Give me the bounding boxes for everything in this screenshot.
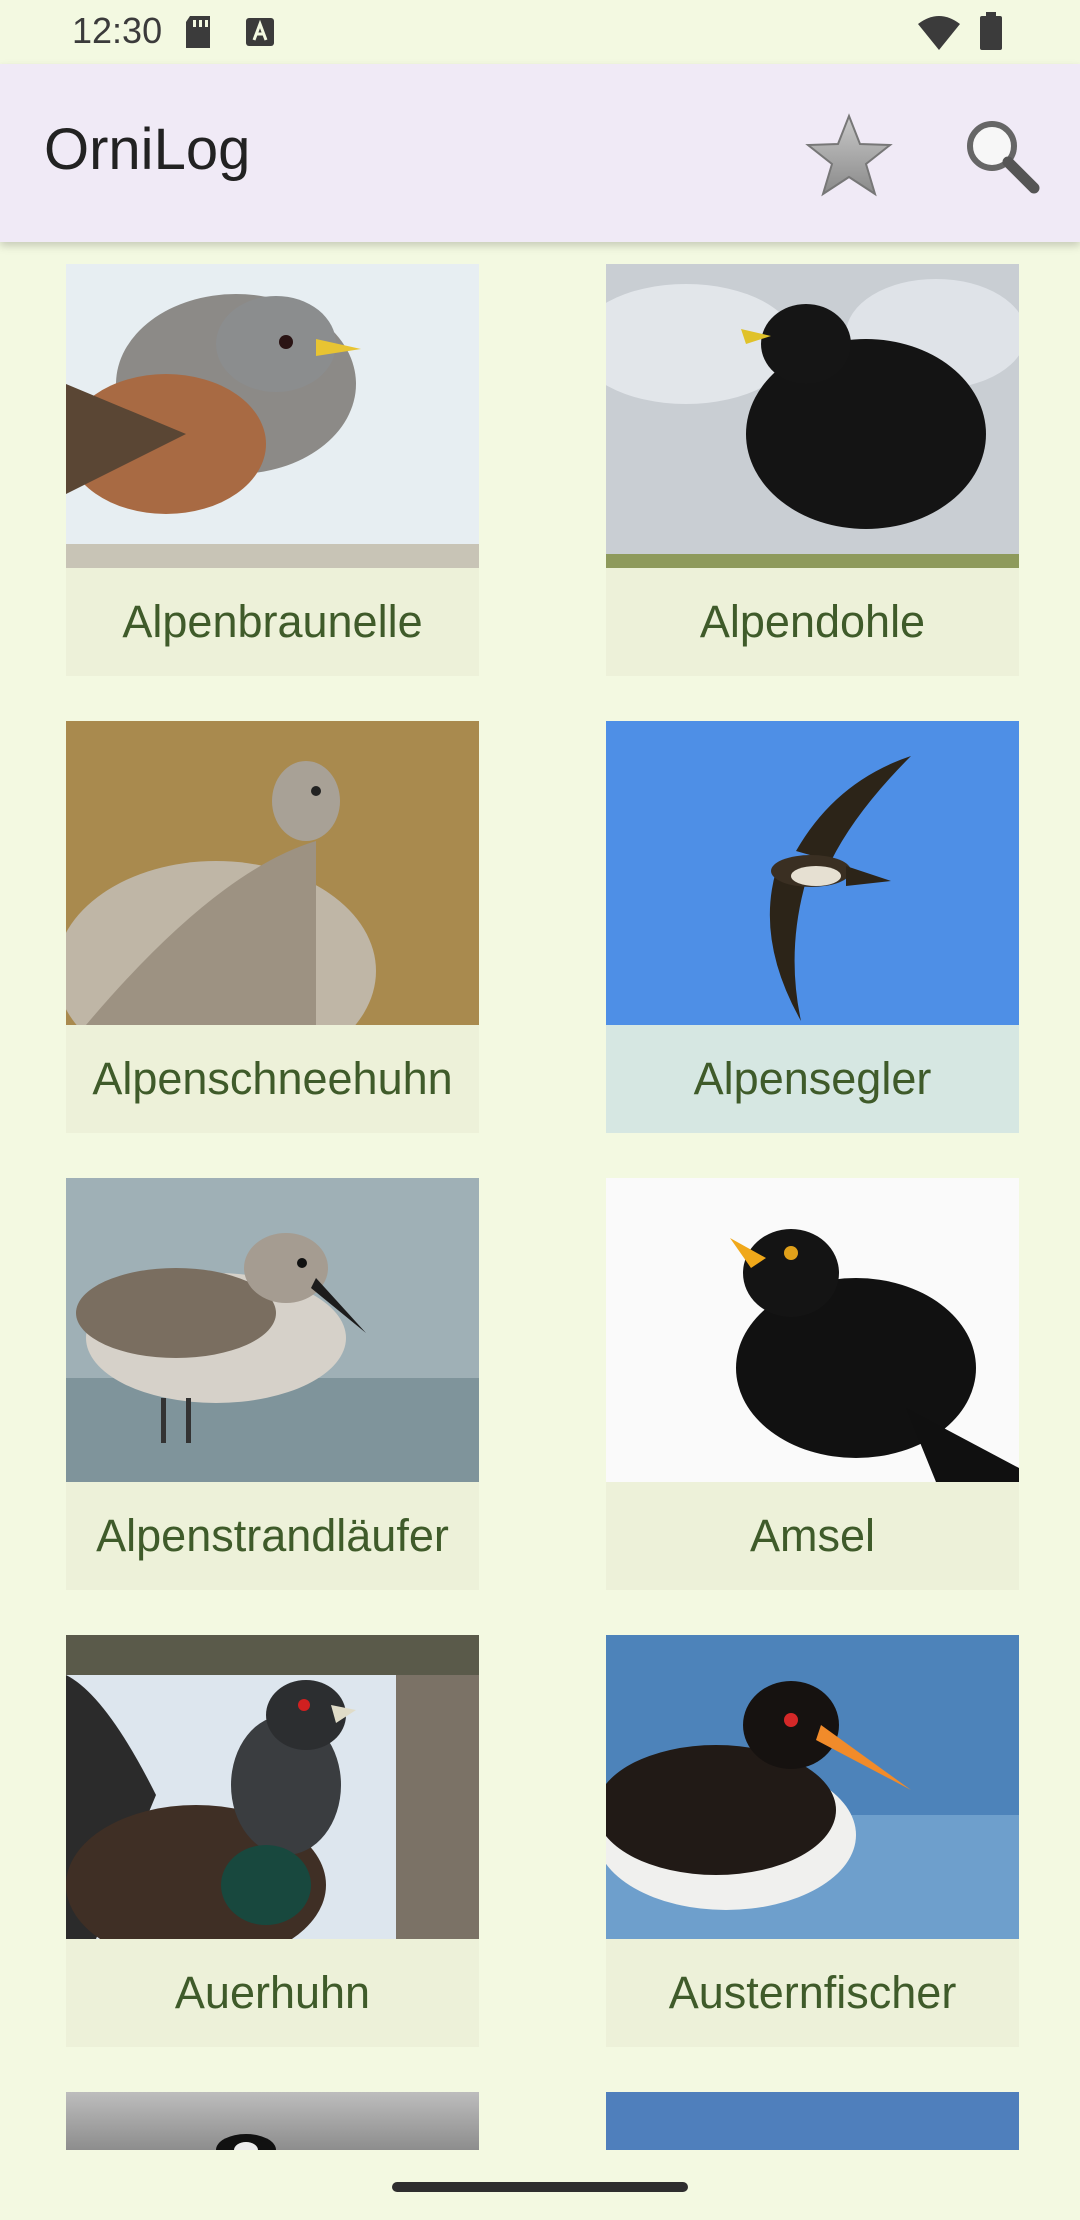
bird-name: Alpenschneehuhn <box>92 1053 453 1104</box>
wifi-icon <box>918 16 960 50</box>
bird-card[interactable]: Alpenstrandläufer <box>66 1178 479 1590</box>
font-a-icon <box>246 18 274 46</box>
bird-photo <box>606 1178 1019 1482</box>
bird-name: Auerhuhn <box>174 1967 371 2018</box>
bird-card[interactable]: Auerhuhn <box>66 1635 479 2047</box>
bird-card[interactable]: Alpensegler <box>606 721 1019 1133</box>
bird-label-band: Austernfischer <box>606 1939 1019 2047</box>
bird-label-band: Auerhuhn <box>66 1939 479 2047</box>
bird-label-band: Amsel <box>606 1482 1019 1590</box>
bird-label-band: Alpenschneehuhn <box>66 1025 479 1133</box>
bird-card-partial[interactable] <box>606 2092 1019 2150</box>
bird-photo <box>66 1635 479 1939</box>
status-bar: 12:30 <box>0 0 1080 64</box>
bird-card-partial[interactable] <box>66 2092 479 2150</box>
app-title: OrniLog <box>44 117 251 182</box>
bird-label-band: Alpenbraunelle <box>66 568 479 676</box>
bird-card[interactable]: Amsel <box>606 1178 1019 1590</box>
status-time: 12:30 <box>72 10 163 51</box>
bird-label-band: Alpensegler <box>606 1025 1019 1133</box>
bird-photo <box>606 264 1019 568</box>
battery-icon <box>980 12 1002 50</box>
app-bar: OrniLog <box>0 64 1080 242</box>
bird-label-band: Alpenstrandläufer <box>66 1482 479 1590</box>
bird-name: Amsel <box>749 1510 876 1561</box>
bird-name: Alpensegler <box>693 1053 932 1104</box>
bird-card[interactable]: Alpendohle <box>606 264 1019 676</box>
bird-card[interactable]: Alpenbraunelle <box>66 264 479 676</box>
bird-name: Alpendohle <box>699 596 926 647</box>
bird-photo <box>606 721 1019 1025</box>
bird-grid: Alpenbraunelle Alpendohle Alpenschneehuh… <box>0 242 1080 2150</box>
search-icon[interactable] <box>962 116 1042 196</box>
favorites-star-icon[interactable] <box>804 112 894 200</box>
bird-photo <box>66 1178 479 1482</box>
bird-name: Austernfischer <box>668 1967 957 2018</box>
bird-name: Alpenstrandläufer <box>96 1510 449 1561</box>
bird-photo <box>606 1635 1019 1939</box>
bird-card[interactable]: Alpenschneehuhn <box>66 721 479 1133</box>
gesture-nav-handle[interactable] <box>392 2182 688 2192</box>
bird-card[interactable]: Austernfischer <box>606 1635 1019 2047</box>
bird-label-band: Alpendohle <box>606 568 1019 676</box>
sd-card-icon <box>186 16 210 48</box>
bird-name: Alpenbraunelle <box>122 596 423 647</box>
bird-photo <box>216 2134 276 2150</box>
bird-photo <box>66 264 479 568</box>
bird-photo <box>66 721 479 1025</box>
